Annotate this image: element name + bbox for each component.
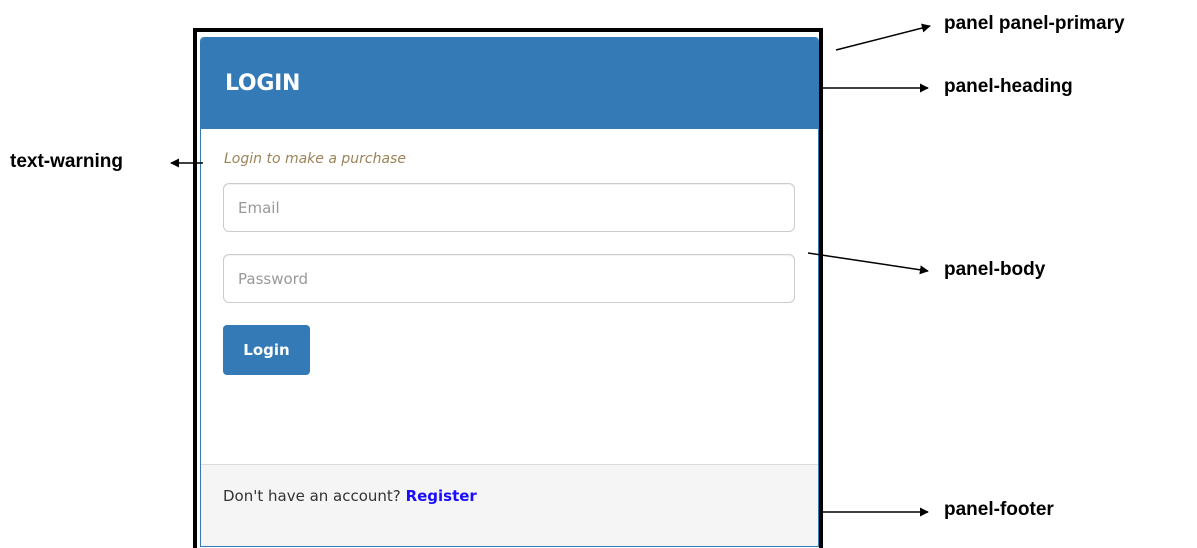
label-panel-body: panel-body (944, 259, 1046, 280)
login-button[interactable]: Login (223, 325, 310, 375)
register-link[interactable]: Register (406, 487, 477, 505)
warning-text: Login to make a purchase (224, 151, 406, 167)
panel-footer: Don't have an account? Register (201, 464, 818, 546)
label-text-warning: text-warning (10, 151, 123, 172)
panel-title: LOGIN (225, 71, 301, 96)
email-field[interactable] (223, 183, 795, 232)
label-panel-primary: panel panel-primary (944, 13, 1125, 34)
label-panel-heading: panel-heading (944, 76, 1073, 97)
arrow-panel-body (807, 252, 929, 275)
panel-heading: LOGIN (201, 38, 818, 129)
login-panel: LOGIN Login to make a purchase Login Don… (200, 37, 819, 547)
footer-text: Don't have an account? (223, 487, 401, 505)
arrow-panel-primary (835, 23, 931, 51)
panel-body: Login to make a purchase Login (201, 129, 818, 464)
label-panel-footer: panel-footer (944, 499, 1054, 520)
password-field[interactable] (223, 254, 795, 303)
